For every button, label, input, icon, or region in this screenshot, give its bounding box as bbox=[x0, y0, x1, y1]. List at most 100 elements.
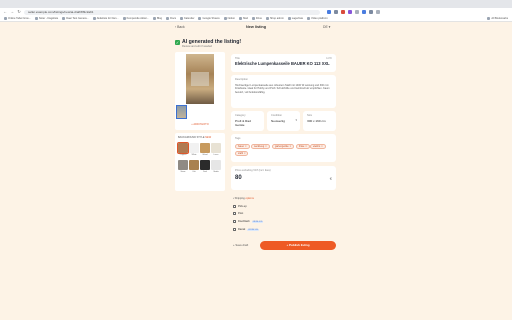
tag-chip[interactable]: bauer× bbox=[235, 144, 250, 149]
euro-icon: € bbox=[329, 176, 332, 181]
bookmark[interactable]: Online Tabel Gros... bbox=[4, 17, 31, 20]
reload-icon[interactable]: ↻ bbox=[17, 10, 21, 14]
bookmark-favicon-icon bbox=[198, 17, 202, 20]
bookmark-favicon-icon bbox=[307, 17, 311, 20]
address-bar[interactable]: seller.example.com/listings/new/ai-draft… bbox=[24, 9, 320, 15]
bookmark[interactable]: Shop admin bbox=[265, 17, 284, 20]
bookmark[interactable]: Blog bbox=[152, 17, 162, 20]
bookmark-favicon-icon bbox=[223, 17, 227, 20]
shipping-option[interactable]: DoorDash FROM 4.95 bbox=[233, 220, 264, 223]
bookmark[interactable]: Aktieliste for Dan... bbox=[92, 17, 119, 20]
background-style-card: BACKGROUND STYLE NEW Original White Wood… bbox=[175, 133, 225, 191]
bookmark-favicon-icon bbox=[152, 17, 156, 20]
price-input[interactable]: 80 bbox=[235, 175, 242, 181]
close-icon[interactable]: × bbox=[265, 145, 266, 148]
close-icon[interactable]: × bbox=[244, 152, 245, 155]
close-icon[interactable]: × bbox=[321, 145, 322, 148]
description-label: Description bbox=[235, 78, 248, 81]
title-input[interactable]: Elektrische Lumpenkasseile BAUER KO 113 … bbox=[235, 61, 330, 66]
extension-icon[interactable] bbox=[341, 10, 345, 14]
condition-label: Condition bbox=[271, 114, 282, 117]
forward-arrow-icon[interactable]: → bbox=[10, 10, 14, 14]
background-swatch[interactable] bbox=[200, 143, 210, 153]
back-arrow-icon[interactable]: ← bbox=[3, 10, 7, 14]
extension-icon[interactable] bbox=[327, 10, 331, 14]
background-swatch[interactable] bbox=[211, 160, 221, 170]
check-icon: ✓ bbox=[175, 40, 180, 45]
all-bookmarks[interactable]: All Bookmarks bbox=[487, 17, 508, 20]
main-product-photo[interactable] bbox=[186, 54, 214, 104]
shipping-option[interactable]: Dansk FROM 3.50 bbox=[233, 228, 260, 231]
tag-chip[interactable]: werkzeug× bbox=[251, 144, 270, 149]
extension-icons bbox=[327, 10, 380, 14]
price-badge: FROM 3.50 bbox=[247, 228, 260, 231]
photo-card: + ADD PHOTO bbox=[175, 52, 225, 130]
description-card: Description Hochwertiger Lumpenkasseile … bbox=[231, 75, 336, 108]
extension-icon[interactable] bbox=[334, 10, 338, 14]
bookmark[interactable]: Kalender bbox=[180, 17, 194, 20]
swatch-label: Linen bbox=[213, 154, 219, 156]
tag-chip[interactable]: elektro× bbox=[310, 144, 326, 149]
bookmark-favicon-icon bbox=[287, 17, 291, 20]
language-selector[interactable]: DE ▾ bbox=[323, 25, 330, 29]
extension-icon[interactable] bbox=[355, 10, 359, 14]
condition-card[interactable]: Condition Neuwertig ▾ bbox=[267, 111, 300, 131]
background-swatch[interactable] bbox=[189, 160, 199, 170]
tag-chip[interactable]: stahl× bbox=[235, 151, 249, 156]
chevron-down-icon: ▾ bbox=[295, 118, 297, 122]
background-swatch[interactable] bbox=[200, 160, 210, 170]
background-swatch[interactable] bbox=[177, 142, 189, 154]
description-input[interactable]: Hochwertiger Lumpenkasseile aus robustem… bbox=[235, 84, 333, 94]
bookmark-favicon-icon bbox=[92, 17, 96, 20]
checkbox[interactable] bbox=[233, 205, 236, 208]
bookmark-favicon-icon bbox=[239, 17, 243, 20]
checkbox[interactable] bbox=[233, 220, 236, 223]
bookmark[interactable]: Lagerliste bbox=[287, 17, 303, 20]
bookmark[interactable]: Google Sheets bbox=[198, 17, 220, 20]
title-label: Title bbox=[235, 57, 240, 60]
bookmark[interactable]: Video platform bbox=[307, 17, 328, 20]
close-icon[interactable]: × bbox=[290, 145, 291, 148]
extension-icon[interactable] bbox=[348, 10, 352, 14]
shipping-option[interactable]: Post bbox=[233, 212, 243, 215]
profile-avatar-icon[interactable] bbox=[376, 10, 380, 14]
close-icon[interactable]: × bbox=[245, 145, 246, 148]
bookmark-favicon-icon bbox=[122, 17, 126, 20]
add-photo-button[interactable]: + ADD PHOTO bbox=[175, 123, 225, 126]
bookmark-favicon-icon bbox=[4, 17, 7, 20]
size-value: 300 x 160 cm bbox=[307, 119, 326, 123]
extension-icon[interactable] bbox=[362, 10, 366, 14]
ai-banner-subtitle: Review and edit if needed bbox=[182, 45, 212, 48]
bookmark[interactable]: Noter - Dagsliste bbox=[34, 17, 58, 20]
checkbox[interactable] bbox=[233, 212, 236, 215]
bookmark[interactable]: Docs bbox=[166, 17, 176, 20]
save-draft-button[interactable]: + Save draft bbox=[233, 243, 248, 247]
price-badge: FROM 4.95 bbox=[251, 220, 264, 223]
bookmark[interactable]: Daar Test Genera... bbox=[62, 17, 89, 20]
background-swatch[interactable] bbox=[211, 143, 221, 153]
swatch-label: Studio bbox=[213, 171, 219, 173]
background-swatch[interactable] bbox=[189, 143, 199, 153]
category-label: Category bbox=[235, 114, 246, 117]
browser-toolbar: ← → ↻ seller.example.com/listings/new/ai… bbox=[0, 8, 512, 16]
bookmark[interactable]: Notion bbox=[223, 17, 235, 20]
background-style-label: BACKGROUND STYLE NEW bbox=[178, 136, 212, 139]
shipping-option[interactable]: Pick-up bbox=[233, 205, 247, 208]
bookmark[interactable]: Kompendie Aktier... bbox=[122, 17, 149, 20]
tag-chip[interactable]: gartengeräte× bbox=[272, 144, 294, 149]
photo-thumbnail[interactable] bbox=[176, 105, 187, 119]
category-card[interactable]: Category Profi & Rad Geräte bbox=[231, 111, 264, 131]
background-swatch[interactable] bbox=[178, 160, 188, 170]
checkbox[interactable] bbox=[233, 228, 236, 231]
close-icon[interactable]: × bbox=[305, 145, 306, 148]
size-card[interactable]: Size 300 x 160 cm bbox=[303, 111, 336, 131]
tag-chip[interactable]: fräse× bbox=[296, 144, 310, 149]
bookmark[interactable]: Mail bbox=[239, 17, 248, 20]
bookmark-favicon-icon bbox=[62, 17, 66, 20]
bookmark[interactable]: Drive bbox=[251, 17, 262, 20]
tags-card: Tags bauer× werkzeug× gartengeräte× fräs… bbox=[231, 134, 336, 162]
price-card: Price excluding VAT (incl. fees) 80 € bbox=[231, 166, 336, 190]
bookmark-favicon-icon bbox=[166, 17, 170, 20]
publish-button[interactable]: + Publish listing bbox=[260, 241, 336, 250]
extension-icon[interactable] bbox=[369, 10, 373, 14]
